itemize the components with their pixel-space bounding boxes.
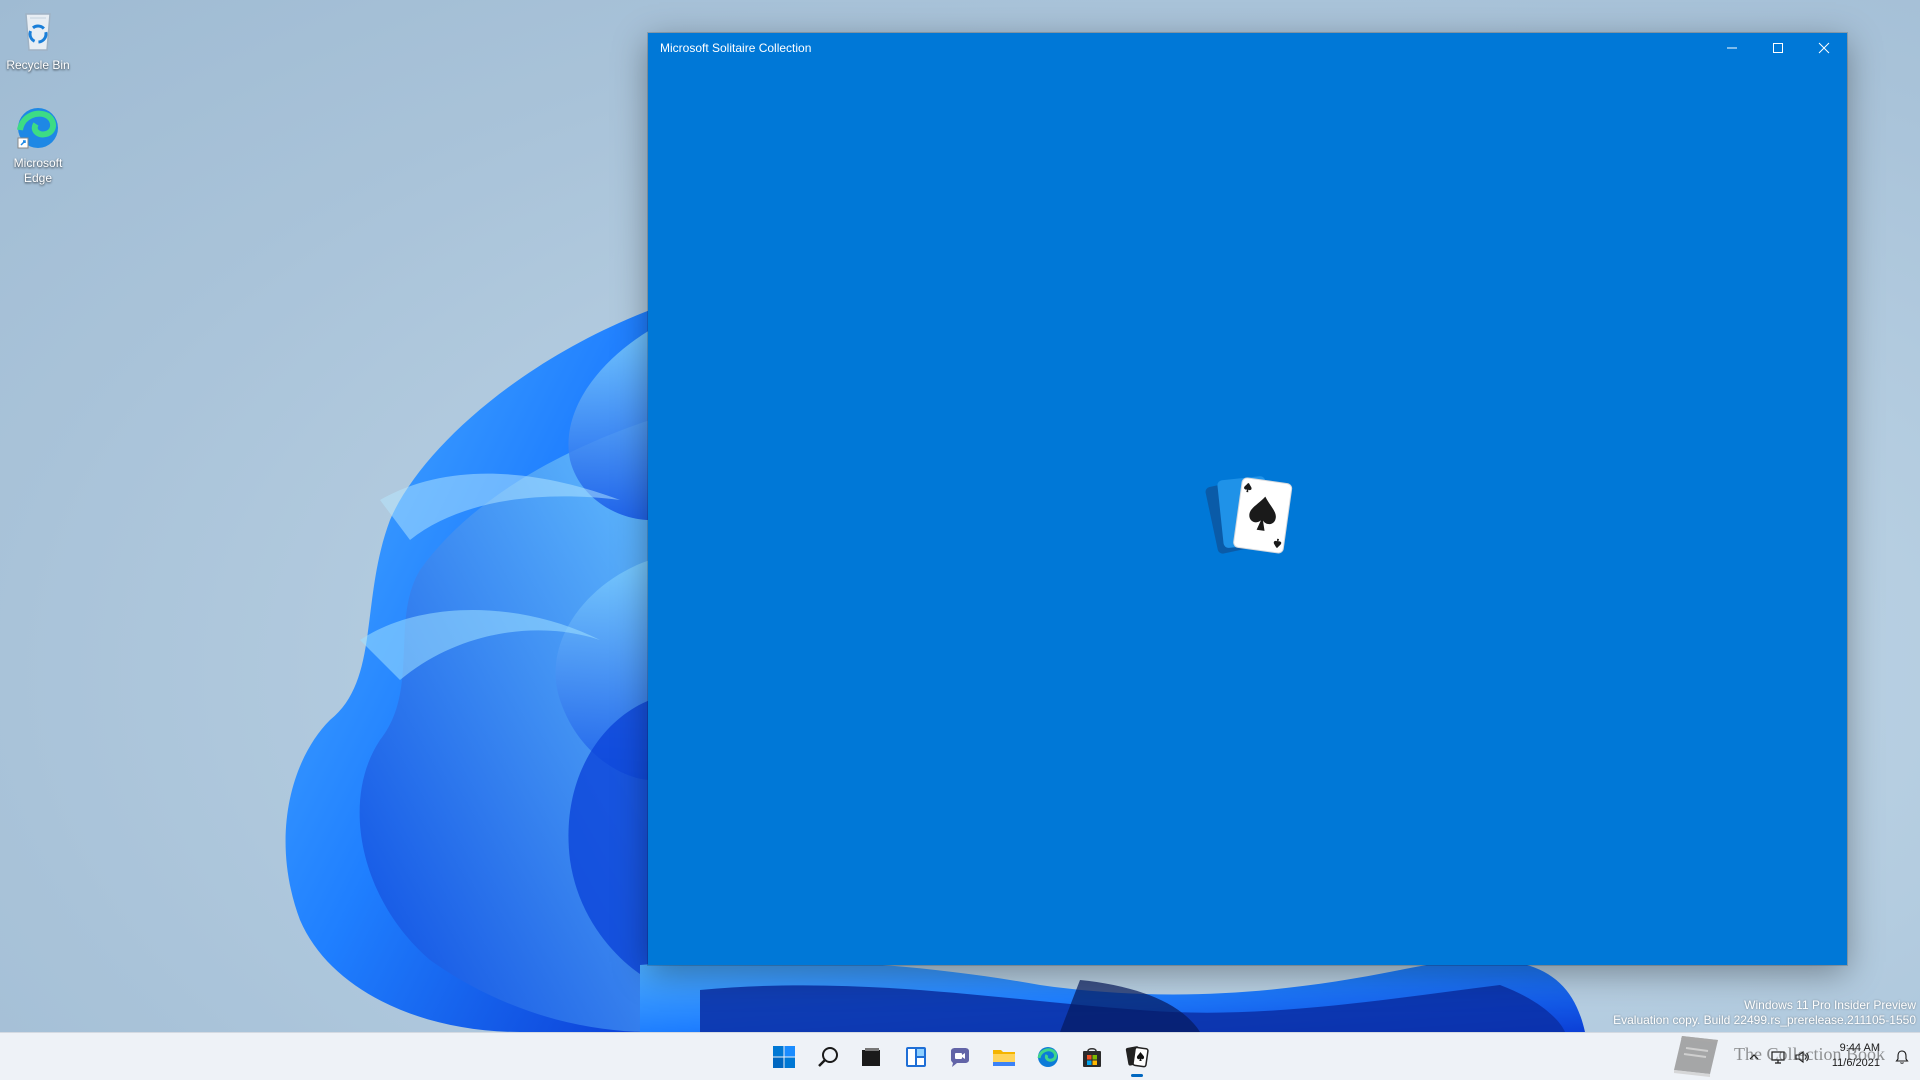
active-app-indicator	[1131, 1074, 1143, 1077]
close-icon	[1818, 42, 1830, 54]
evaluation-watermark: Windows 11 Pro Insider Preview Evaluatio…	[1613, 998, 1916, 1028]
watermark-line-1: Windows 11 Pro Insider Preview	[1744, 998, 1916, 1012]
chat-button[interactable]	[940, 1039, 980, 1075]
maximize-icon	[1773, 43, 1783, 53]
solitaire-taskbar-button[interactable]	[1117, 1039, 1157, 1075]
taskbar: 9:44 AM 11/6/2021	[0, 1032, 1920, 1080]
widgets-icon	[906, 1047, 926, 1067]
watermark-line-2: Evaluation copy. Build 22499.rs_prerelea…	[1613, 1013, 1916, 1027]
task-view-icon	[862, 1048, 880, 1066]
minimize-icon	[1727, 47, 1737, 49]
search-icon	[818, 1047, 838, 1067]
desktop-icon-label: Recycle Bin	[6, 58, 70, 72]
recycle-bin-icon	[25, 13, 51, 51]
store-button[interactable]	[1072, 1039, 1112, 1075]
desktop-icon-label: Microsoft Edge	[13, 156, 63, 185]
brand-watermark-overlay: The Collection Book	[1668, 1030, 1908, 1080]
edge-icon	[1037, 1047, 1058, 1067]
title-bar[interactable]: Microsoft Solitaire Collection	[648, 33, 1847, 63]
file-explorer-button[interactable]	[984, 1039, 1024, 1075]
solitaire-icon	[1125, 1046, 1149, 1068]
start-button[interactable]	[764, 1039, 804, 1075]
search-button[interactable]	[808, 1039, 848, 1075]
start-icon	[773, 1046, 795, 1068]
file-explorer-icon	[993, 1050, 1015, 1066]
desktop-icon-recycle-bin[interactable]: Recycle Bin	[0, 6, 76, 73]
close-button[interactable]	[1801, 33, 1847, 63]
store-icon	[1083, 1048, 1101, 1067]
desktop-icon-edge[interactable]: Microsoft Edge	[0, 104, 76, 186]
chat-icon	[951, 1048, 969, 1067]
brand-watermark-text: The Collection Book	[1734, 1044, 1885, 1064]
solitaire-window[interactable]: Microsoft Solitaire Collection	[648, 33, 1847, 965]
edge-icon	[17, 108, 58, 149]
book-icon	[1674, 1036, 1718, 1077]
edge-taskbar-button[interactable]	[1028, 1039, 1068, 1075]
widgets-button[interactable]	[896, 1039, 936, 1075]
task-view-button[interactable]	[851, 1039, 891, 1075]
solitaire-cards-icon	[1205, 476, 1293, 554]
minimize-button[interactable]	[1709, 33, 1755, 63]
window-title: Microsoft Solitaire Collection	[660, 41, 812, 55]
maximize-button[interactable]	[1755, 33, 1801, 63]
